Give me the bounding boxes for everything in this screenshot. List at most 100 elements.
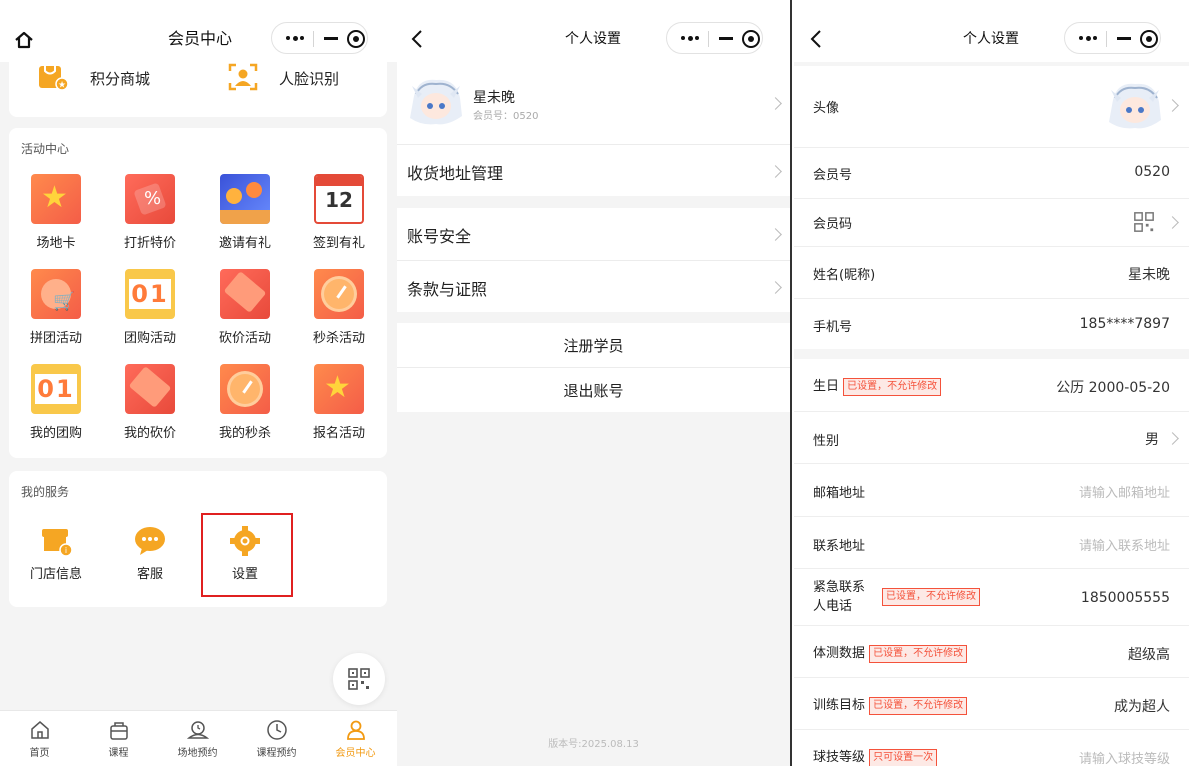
service-label: 门店信息 [29,567,82,582]
activity-item-team-purchase[interactable]: 01 团购活动 [103,269,197,346]
tab-home[interactable]: 首页 [0,719,79,759]
activity-item-my-flash-sale[interactable]: 我的秒杀 [198,364,292,441]
discount-bag-icon: % [125,174,175,224]
member-center-panel: 会员中心 ★ 积分商城 人脸识别 活动中心 ★ 场地卡 % 打折特价 邀请有礼 … [0,0,397,766]
minimize-icon[interactable] [719,37,733,40]
activity-item-invite[interactable]: 邀请有礼 [198,174,292,251]
field-gender[interactable]: 性别 男 [794,412,1189,464]
back-icon[interactable] [411,29,423,54]
activity-label: 打折特价 [123,236,176,251]
menu-address-management[interactable]: 收货地址管理 [397,145,790,196]
minimize-icon[interactable] [324,37,338,40]
qr-code-fab[interactable] [333,653,385,705]
profile-row[interactable]: 星未晚 会员号：0520 [397,62,790,144]
field-phone: 手机号 185****7897 [794,299,1189,349]
personal-settings-panel: 个人设置 星未晚 会员号：0520 收货地址管理 账号安全 条款与证照 注册学员… [397,0,792,766]
service-store-info[interactable]: i 门店信息 [9,525,103,582]
back-icon[interactable] [810,29,822,54]
face-recognition-label: 人脸识别 [279,70,340,88]
field-avatar[interactable]: 头像 [794,66,1189,148]
tab-label: 会员中心 [335,748,376,759]
miniprogram-capsule[interactable] [271,22,368,54]
activity-center-title: 活动中心 [21,142,70,156]
logout-button[interactable]: 退出账号 [397,368,790,412]
chevron-right-icon [1166,99,1179,112]
activity-item-discount[interactable]: % 打折特价 [103,174,197,251]
invite-icon [220,174,270,224]
register-student-button[interactable]: 注册学员 [397,323,790,367]
field-label-group: 生日 已设置，不允许修改 [813,375,942,396]
miniprogram-capsule[interactable] [666,22,763,54]
field-email[interactable]: 邮箱地址 请输入邮箱地址 [794,464,1189,517]
activity-item-group-buy-event[interactable]: 🛒 拼团活动 [9,269,103,346]
menu-label: 条款与证照 [407,280,488,299]
chevron-right-icon [1166,216,1179,229]
tab-course[interactable]: 课程 [79,719,158,759]
field-value: 超级高 [1128,647,1170,663]
action-label: 注册学员 [563,337,624,355]
activity-item-signup[interactable]: ★ 报名活动 [292,364,386,441]
address-input[interactable]: 请输入联系地址 [1079,535,1170,554]
signup-star-icon: ★ [314,364,364,414]
field-emergency-phone: 紧急联系 人电话 已设置，不允许修改 1850005555 [794,569,1189,626]
bag-tab-icon [108,719,130,741]
svg-text:★: ★ [58,81,66,91]
service-label: 客服 [136,567,163,582]
field-name[interactable]: 姓名(昵称) 星未晚 [794,247,1189,299]
home-icon[interactable] [14,30,34,50]
email-input[interactable]: 请输入邮箱地址 [1079,482,1170,501]
face-scan-icon [227,62,259,92]
activity-item-my-group-buy[interactable]: 01 我的团购 [9,364,103,441]
close-circle-icon[interactable] [742,30,760,48]
svg-text:i: i [65,546,67,555]
profile-member-no: 会员号：0520 [473,111,539,122]
activity-item-venue-card[interactable]: ★ 场地卡 [9,174,103,251]
chevron-right-icon [1166,432,1179,445]
field-label: 球技等级 [813,750,866,765]
service-customer-support[interactable]: 客服 [103,525,197,582]
skill-level-input[interactable]: 请输入球技等级 [1079,748,1170,766]
field-value: 男 [1145,432,1159,448]
more-icon[interactable] [681,35,699,42]
close-circle-icon[interactable] [347,30,365,48]
once-only-badge: 只可设置一次 [869,748,938,766]
activity-label: 拼团活动 [29,331,82,346]
activity-item-flash-sale[interactable]: 秒杀活动 [292,269,386,346]
miniprogram-capsule[interactable] [1064,22,1161,54]
field-label: 会员码 [813,217,853,232]
flash-clock-icon [314,269,364,319]
more-icon[interactable] [286,35,304,42]
field-address[interactable]: 联系地址 请输入联系地址 [794,517,1189,569]
tab-member-center[interactable]: 会员中心 [316,719,395,759]
close-circle-icon[interactable] [1140,30,1158,48]
bottom-tab-bar: 首页 课程 场地预约 课程预约 会员中心 [0,710,397,766]
calendar-icon: 12 [314,174,364,224]
activity-item-bargain[interactable]: 砍价活动 [198,269,292,346]
tab-course-booking[interactable]: 课程预约 [237,719,316,759]
activity-label: 我的秒杀 [218,426,271,441]
minimize-icon[interactable] [1117,37,1131,40]
field-value: 星未晚 [1128,267,1170,283]
field-training-goal: 训练目标 已设置，不允许修改 成为超人 [794,678,1189,730]
field-skill-level[interactable]: 球技等级 只可设置一次 请输入球技等级 [794,730,1189,766]
activity-item-my-bargain[interactable]: 我的砍价 [103,364,197,441]
activity-label: 我的砍价 [123,426,176,441]
service-settings[interactable]: 设置 [198,525,292,582]
field-member-code[interactable]: 会员码 [794,199,1189,247]
field-value: 185****7897 [1079,316,1170,332]
my-price-tag-icon [125,364,175,414]
more-icon[interactable] [1079,35,1097,42]
field-label: 联系地址 [813,539,866,554]
field-label: 手机号 [813,320,853,335]
tab-venue-booking[interactable]: 场地预约 [158,719,237,759]
activity-item-checkin[interactable]: 12 签到有礼 [292,174,386,251]
field-label: 紧急联系 人电话 [813,578,865,616]
menu-terms-licenses[interactable]: 条款与证照 [397,261,790,312]
group-buy-icon: 01 [125,269,175,319]
qr-code-icon [348,668,370,690]
menu-account-security[interactable]: 账号安全 [397,208,790,260]
star-icon: ★ [31,174,81,224]
gear-icon [227,525,263,557]
person-tab-icon [345,719,367,741]
qr-code-icon [1134,212,1154,232]
